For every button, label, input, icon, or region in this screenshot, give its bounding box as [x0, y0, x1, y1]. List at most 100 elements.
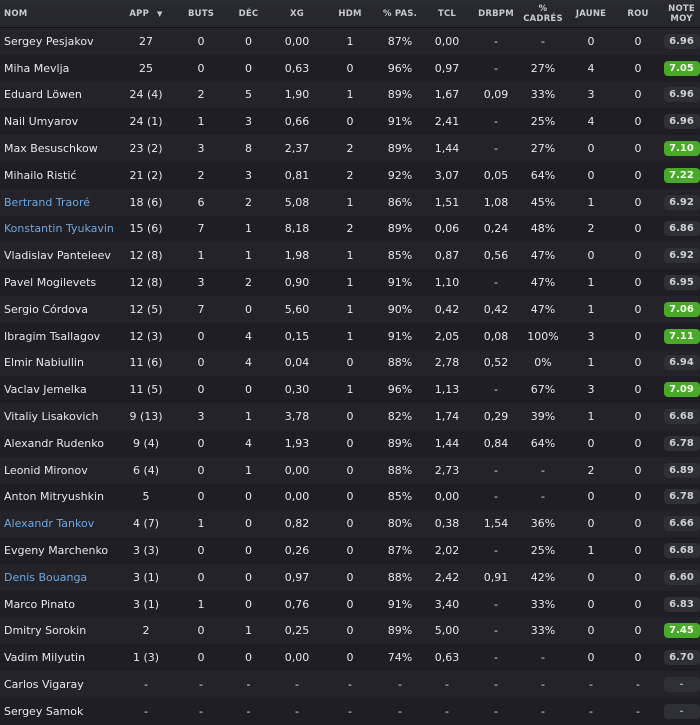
table-row[interactable]: Vadim Milyutin 1 (3) 0 0 0,00 0 74% 0,63 - - 0 0 6.7… — [0, 644, 700, 672]
table-row[interactable]: Konstantin Tyukavin 15 (6) 7 1 8,18 2 89% 0,06 0… — [0, 215, 700, 243]
player-name[interactable]: Mihailo Ristić — [0, 169, 116, 182]
player-name[interactable]: Sergio Córdova — [0, 303, 116, 316]
cell-jaune: 0 — [587, 249, 595, 263]
table-row[interactable]: Vladislav Panteleev 12 (8) 1 1 1,98 1 85% 0,87 0… — [0, 242, 700, 270]
player-name[interactable]: Alexandr Tankov — [0, 517, 116, 530]
player-name[interactable]: Vadim Milyutin — [0, 651, 116, 664]
table-row[interactable]: Elmir Nabiullin 11 (6) 0 4 0,04 0 88% 2,78 0,52 0… — [0, 349, 700, 377]
cell-note: 6.92 — [659, 194, 700, 210]
table-row[interactable]: Mihailo Ristić 21 (2) 2 3 0,81 2 92% 3,07 0,05 64… — [0, 161, 700, 189]
player-name[interactable]: Anton Mitryushkin — [0, 490, 116, 503]
player-name[interactable]: Sergey Pesjakov — [0, 35, 116, 48]
player-name[interactable]: Vladislav Panteleev — [0, 249, 116, 262]
table-row[interactable]: Alexandr Rudenko 9 (4) 0 4 1,93 0 89% 1,44 0,84 6… — [0, 429, 700, 457]
table-row[interactable]: Eduard Löwen 24 (4) 2 5 1,90 1 89% 1,67 0,09 33% 3… — [0, 81, 700, 109]
cell-xg: 0,00 — [284, 463, 310, 477]
col-header-dec[interactable]: DÉC — [226, 9, 271, 19]
col-header-buts[interactable]: BUTS — [176, 9, 226, 19]
rating-badge: 7.45 — [663, 623, 700, 639]
player-name[interactable]: Alexandr Rudenko — [0, 437, 116, 450]
player-name[interactable]: Leonid Mironov — [0, 464, 116, 477]
table-row[interactable]: Leonid Mironov 6 (4) 0 1 0,00 0 88% 2,73 - - 2 0 6.8… — [0, 456, 700, 484]
col-header-app[interactable]: APP ▼ — [116, 9, 176, 19]
rating-badge: 6.94 — [663, 355, 700, 371]
player-name[interactable]: Max Besuschkow — [0, 142, 116, 155]
player-name[interactable]: Ibragim Tsallagov — [0, 330, 116, 343]
table-row[interactable]: Vitaliy Lisakovich 9 (13) 3 1 3,78 0 82% 1,74 0,… — [0, 403, 700, 430]
rating-badge: 6.95 — [663, 275, 700, 291]
col-header-nom[interactable]: NOM — [0, 9, 116, 19]
cell-drbpm: 0,05 — [483, 168, 509, 182]
col-header-tcl[interactable]: TCL — [423, 9, 471, 19]
table-row[interactable]: Sergey Samok - - - - - - - - - - - - — [0, 697, 700, 725]
col-header-cadres[interactable]: % CADRÉS — [521, 4, 565, 24]
cell-app: - — [144, 704, 148, 718]
table-row[interactable]: Marco Pinato 3 (1) 1 0 0,76 0 91% 3,40 - 33% 0 0 6.8… — [0, 590, 700, 618]
cell-drbpm: 0,09 — [483, 88, 509, 102]
cell-tcl: 1,67 — [434, 88, 460, 102]
cell-buts: 0 — [197, 383, 205, 397]
player-name[interactable]: Vaclav Jemelka — [0, 383, 116, 396]
cell-buts: 1 — [197, 115, 205, 129]
player-name[interactable]: Elmir Nabiullin — [0, 356, 116, 369]
col-header-hdm[interactable]: HDM — [323, 9, 377, 19]
player-name[interactable]: Pavel Mogilevets — [0, 276, 116, 289]
table-row[interactable]: Pavel Mogilevets 12 (8) 3 2 0,90 1 91% 1,10 - 47%… — [0, 269, 700, 296]
rating-badge: 6.60 — [663, 569, 700, 585]
cell-app: - — [144, 678, 148, 692]
table-row[interactable]: Evgeny Marchenko 3 (3) 0 0 0,26 0 87% 2,02 - 25% 1… — [0, 537, 700, 564]
table-row[interactable]: Alexandr Tankov 4 (7) 1 0 0,82 0 80% 0,38 1,54 36… — [0, 510, 700, 538]
cell-xg: 0,97 — [284, 570, 310, 584]
cell-pas: 88% — [387, 570, 413, 584]
col-header-xg[interactable]: XG — [271, 9, 323, 19]
table-row[interactable]: Bertrand Traoré 18 (6) 6 2 5,08 1 86% 1,51 1,08 4… — [0, 188, 700, 216]
cell-cadres: - — [541, 463, 545, 477]
player-name[interactable]: Carlos Vigaray — [0, 678, 116, 691]
cell-drbpm: - — [494, 678, 498, 692]
table-row[interactable]: Nail Umyarov 24 (1) 1 3 0,66 0 91% 2,41 - 25% 4 0 6.… — [0, 108, 700, 136]
cell-xg: 2,37 — [284, 142, 310, 156]
player-name[interactable]: Denis Bouanga — [0, 571, 116, 584]
col-header-rou[interactable]: ROU — [617, 9, 659, 19]
table-row[interactable]: Vaclav Jemelka 11 (5) 0 0 0,30 1 96% 1,13 - 67% 3 0… — [0, 376, 700, 404]
cell-note: 6.78 — [659, 489, 700, 505]
cell-jaune: 4 — [587, 115, 595, 129]
cell-dec: 1 — [245, 624, 252, 638]
table-row[interactable]: Sergey Pesjakov 27 0 0 0,00 1 87% 0,00 - - 0 0 6.96 — [0, 28, 700, 55]
player-name[interactable]: Konstantin Tyukavin — [0, 222, 116, 235]
table-row[interactable]: Max Besuschkow 23 (2) 3 8 2,37 2 89% 1,44 - 27% 0 0… — [0, 135, 700, 162]
cell-xg: 1,98 — [284, 249, 310, 263]
table-row[interactable]: Denis Bouanga 3 (1) 0 0 0,97 0 88% 2,42 0,91 42% 0… — [0, 563, 700, 591]
cell-dec: 0 — [245, 517, 252, 531]
table-row[interactable]: Carlos Vigaray - - - - - - - - - - - - — [0, 671, 700, 698]
cell-rou: 0 — [634, 195, 642, 209]
player-name[interactable]: Dmitry Sorokin — [0, 624, 116, 637]
col-header-drbpm[interactable]: DRBPM — [471, 9, 521, 19]
table-row[interactable]: Dmitry Sorokin 2 0 1 0,25 0 89% 5,00 - 33% 0 0 7.45 — [0, 617, 700, 645]
table-row[interactable]: Miha Mevlja 25 0 0 0,63 0 96% 0,97 - 27% 4 0 7.05 — [0, 54, 700, 82]
table-row[interactable]: Ibragim Tsallagov 12 (3) 0 4 0,15 1 91% 2,05 0,0… — [0, 322, 700, 350]
player-name[interactable]: Nail Umyarov — [0, 115, 116, 128]
player-name[interactable]: Vitaliy Lisakovich — [0, 410, 116, 423]
player-name[interactable]: Sergey Samok — [0, 705, 116, 718]
cell-app: 12 (8) — [129, 276, 163, 290]
player-name[interactable]: Evgeny Marchenko — [0, 544, 116, 557]
player-name[interactable]: Miha Mevlja — [0, 62, 116, 75]
player-name[interactable]: Eduard Löwen — [0, 88, 116, 101]
cell-buts: 0 — [197, 61, 205, 75]
cell-note: - — [659, 703, 700, 719]
cell-cadres: 25% — [530, 115, 556, 129]
player-name[interactable]: Marco Pinato — [0, 598, 116, 611]
col-header-note[interactable]: NOTE MOY — [659, 4, 700, 24]
cell-dec: 1 — [245, 222, 252, 236]
cell-rou: 0 — [634, 570, 642, 584]
cell-jaune: 1 — [587, 276, 595, 290]
player-name[interactable]: Bertrand Traoré — [0, 196, 116, 209]
cell-buts: 0 — [197, 651, 205, 665]
cell-xg: 0,66 — [284, 115, 310, 129]
cell-note: 6.86 — [659, 221, 700, 237]
col-header-jaune[interactable]: JAUNE — [565, 9, 617, 19]
table-row[interactable]: Sergio Córdova 12 (5) 7 0 5,60 1 90% 0,42 0,42 47… — [0, 295, 700, 323]
table-row[interactable]: Anton Mitryushkin 5 0 0 0,00 0 85% 0,00 - - 0 0 6.78 — [0, 483, 700, 511]
col-header-pas[interactable]: % PAS. — [377, 9, 423, 19]
